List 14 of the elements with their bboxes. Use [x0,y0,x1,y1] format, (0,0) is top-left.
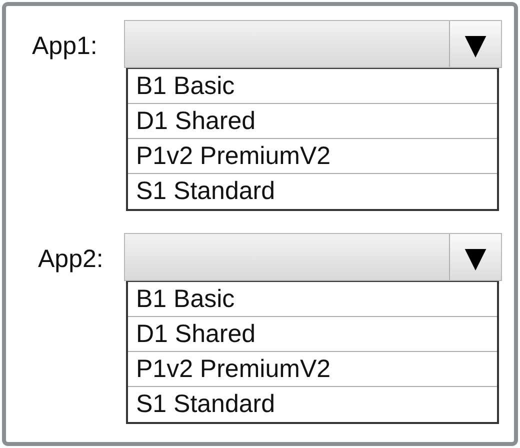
dropdown[interactable]: ▼ [124,233,502,281]
dropdown[interactable]: ▼ [124,20,502,68]
dropdown-option[interactable]: B1 Basic [128,282,497,317]
dropdown-option[interactable]: B1 Basic [128,69,497,104]
field-label: App1: [31,31,98,61]
dropdown-arrow-button[interactable]: ▼ [449,21,501,67]
dropdown-option[interactable]: P1v2 PremiumV2 [128,352,497,387]
dropdown-option[interactable]: S1 Standard [128,174,497,209]
dropdown-option[interactable]: D1 Shared [128,104,497,139]
field-label: App2: [37,244,104,274]
dropdown-option[interactable]: S1 Standard [128,387,497,422]
dropdown-option[interactable]: P1v2 PremiumV2 [128,139,497,174]
dropdown-option[interactable]: D1 Shared [128,317,497,352]
dropdown-arrow-button[interactable]: ▼ [449,234,501,280]
